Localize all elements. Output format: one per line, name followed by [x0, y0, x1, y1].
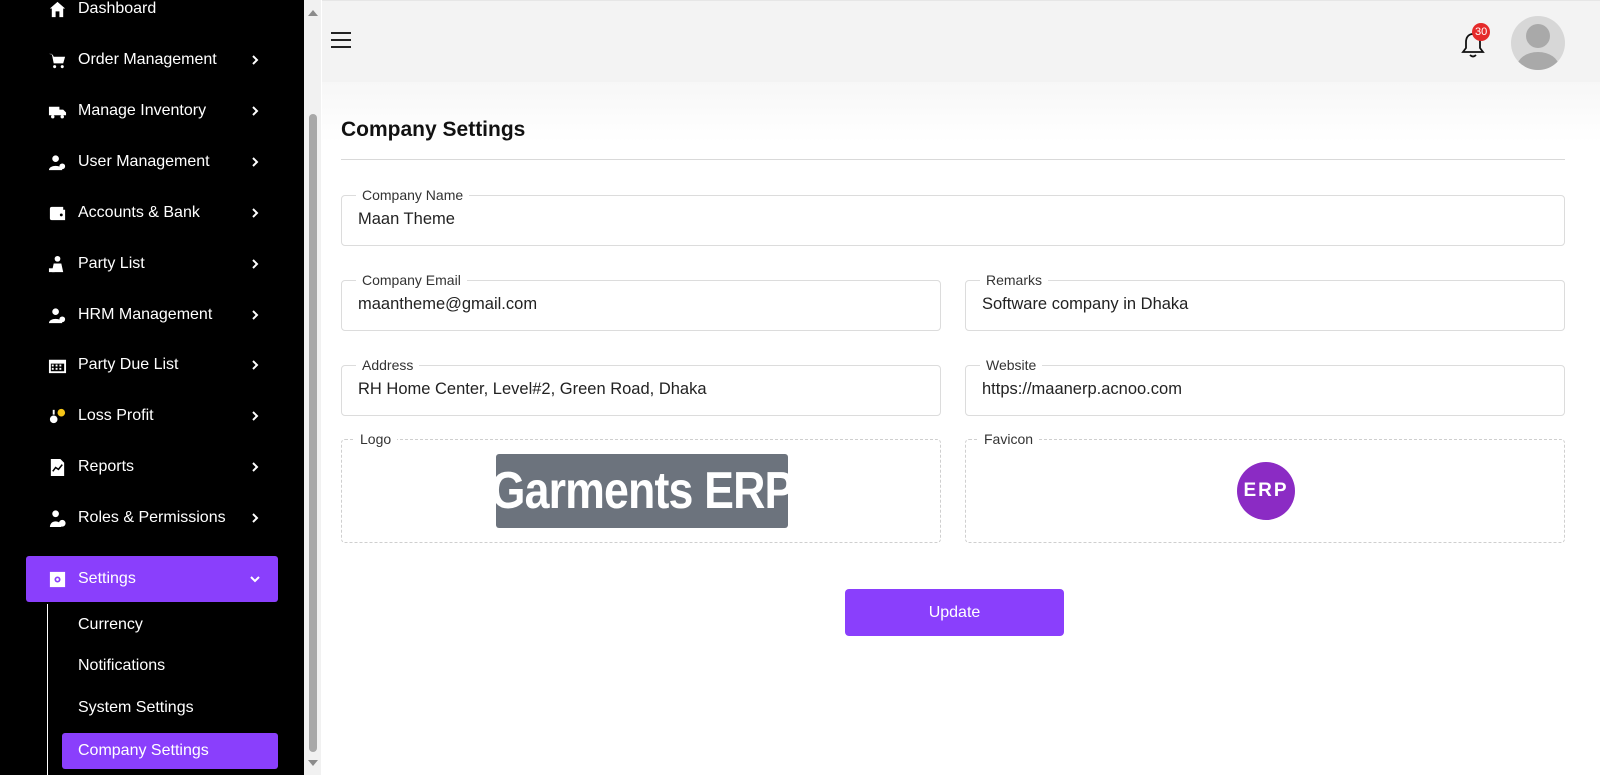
main-content: Company Settings Company Name Company Em… — [322, 82, 1600, 775]
logo-image: Garments ERP — [496, 454, 788, 528]
cart-icon — [46, 49, 68, 71]
address-field: Address — [341, 356, 941, 416]
remarks-label: Remarks — [980, 271, 1049, 289]
avatar[interactable] — [1511, 16, 1565, 70]
divider — [341, 159, 1565, 160]
sidebar: Dashboard Order Management Manage Invent… — [0, 0, 304, 775]
settings-icon — [46, 568, 68, 590]
home-icon — [46, 0, 68, 20]
sidebar-subitem-company-settings[interactable]: Company Settings — [62, 733, 278, 769]
website-label: Website — [980, 356, 1043, 374]
scrollbar-thumb[interactable] — [309, 114, 317, 752]
favicon-upload[interactable]: Favicon ERP — [965, 430, 1565, 543]
favicon-image: ERP — [1237, 462, 1295, 520]
notification-badge: 30 — [1472, 23, 1491, 41]
scroll-up-arrow-icon[interactable] — [308, 10, 318, 16]
company-name-label: Company Name — [356, 186, 470, 204]
address-input[interactable] — [358, 380, 928, 399]
sidebar-item-accounts-bank[interactable]: Accounts & Bank — [26, 190, 278, 236]
sidebar-item-hrm-management[interactable]: HRM Management — [26, 292, 278, 338]
chevron-right-icon — [248, 511, 262, 525]
scroll-down-arrow-icon[interactable] — [308, 760, 318, 766]
chevron-right-icon — [248, 257, 262, 271]
chevron-right-icon — [248, 358, 262, 372]
remarks-field: Remarks — [965, 271, 1565, 331]
sidebar-item-label: Manage Inventory — [78, 102, 207, 119]
chevron-right-icon — [248, 460, 262, 474]
truck-icon — [46, 100, 68, 122]
sidebar-item-label: Accounts & Bank — [78, 204, 200, 221]
favicon-label: Favicon — [978, 430, 1040, 448]
page-title: Company Settings — [341, 118, 526, 141]
sidebar-item-label: Roles & Permissions — [78, 509, 226, 526]
remarks-input[interactable] — [982, 295, 1552, 314]
users-icon — [46, 151, 68, 173]
party-icon — [46, 253, 68, 275]
chevron-right-icon — [248, 155, 262, 169]
sidebar-item-label: Settings — [78, 570, 136, 587]
sidebar-item-label: Party Due List — [78, 356, 179, 373]
company-email-input[interactable] — [358, 295, 928, 314]
sidebar-item-manage-inventory[interactable]: Manage Inventory — [26, 88, 278, 134]
chevron-right-icon — [248, 206, 262, 220]
submenu-line — [47, 604, 48, 775]
logo-upload[interactable]: Logo Garments ERP — [341, 430, 941, 543]
favicon-image-text: ERP — [1243, 480, 1289, 501]
sidebar-item-label: HRM Management — [78, 306, 213, 323]
update-button[interactable]: Update — [845, 589, 1064, 636]
menu-toggle-icon[interactable] — [331, 32, 351, 48]
sidebar-item-party-due-list[interactable]: Party Due List — [26, 342, 278, 388]
wallet-icon — [46, 202, 68, 224]
sidebar-item-label: Dashboard — [78, 0, 157, 17]
sidebar-subitem-system-settings[interactable]: System Settings — [62, 690, 278, 726]
company-email-label: Company Email — [356, 271, 467, 289]
sidebar-scrollbar[interactable] — [304, 0, 321, 775]
roles-icon — [46, 507, 68, 529]
sidebar-item-label: Order Management — [78, 51, 217, 68]
logo-label: Logo — [354, 430, 398, 448]
sidebar-item-label: Reports — [78, 458, 135, 475]
sidebar-item-user-management[interactable]: User Management — [26, 139, 278, 185]
chevron-right-icon — [248, 53, 262, 67]
logo-image-text: Garments ERP — [496, 462, 788, 520]
sidebar-item-label: Party List — [78, 255, 145, 272]
sidebar-subitem-currency[interactable]: Currency — [62, 607, 278, 643]
company-name-field: Company Name — [341, 186, 1565, 246]
sidebar-item-label: User Management — [78, 153, 210, 170]
website-input[interactable] — [982, 380, 1552, 399]
sidebar-item-settings[interactable]: Settings — [26, 556, 278, 602]
chevron-right-icon — [248, 409, 262, 423]
chevron-right-icon — [248, 104, 262, 118]
sidebar-subitem-notifications[interactable]: Notifications — [62, 648, 278, 684]
sidebar-item-order-management[interactable]: Order Management — [26, 37, 278, 83]
address-label: Address — [356, 356, 420, 374]
chevron-right-icon — [248, 308, 262, 322]
hrm-icon — [46, 304, 68, 326]
chevron-down-icon — [248, 572, 262, 586]
company-email-field: Company Email — [341, 271, 941, 331]
sidebar-item-party-list[interactable]: Party List — [26, 241, 278, 287]
calendar-icon — [46, 354, 68, 376]
sidebar-item-loss-profit[interactable]: Loss Profit — [26, 393, 278, 439]
coins-icon — [46, 405, 68, 427]
avatar-head — [1526, 24, 1550, 48]
sidebar-item-roles-permissions[interactable]: Roles & Permissions — [26, 495, 278, 541]
sidebar-item-reports[interactable]: Reports — [26, 444, 278, 490]
website-field: Website — [965, 356, 1565, 416]
report-icon — [46, 456, 68, 478]
sidebar-item-dashboard[interactable]: Dashboard — [26, 0, 278, 32]
sidebar-item-label: Loss Profit — [78, 407, 154, 424]
company-name-input[interactable] — [358, 210, 1552, 229]
top-header: 30 — [322, 0, 1600, 82]
avatar-body — [1517, 52, 1559, 70]
